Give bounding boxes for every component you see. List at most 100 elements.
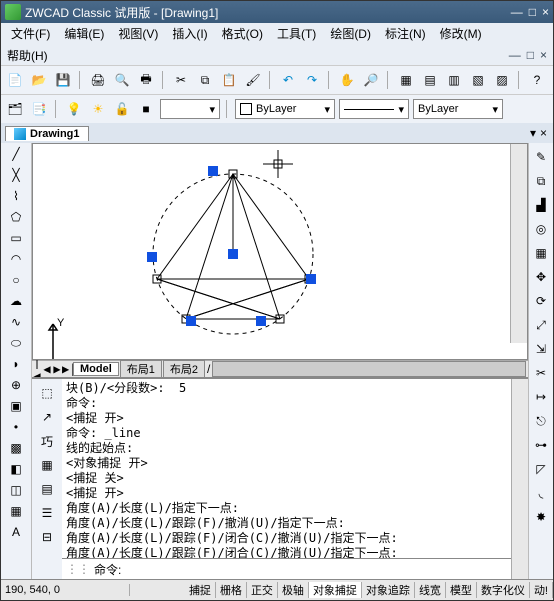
print-icon[interactable]: 🖨 — [88, 70, 108, 90]
open-icon[interactable]: 📂 — [29, 70, 49, 90]
join-icon[interactable]: ⊶ — [531, 435, 551, 455]
cmd-scrollbar[interactable] — [511, 379, 528, 579]
mirror-icon[interactable]: ▟ — [531, 195, 551, 215]
tab-close-icon[interactable]: × — [540, 126, 547, 140]
new-icon[interactable]: 📄 — [5, 70, 25, 90]
status-osnap[interactable]: 对象捕捉 — [309, 582, 362, 598]
region-icon[interactable]: ◫ — [5, 481, 27, 499]
status-dyn[interactable]: 动! — [530, 582, 553, 598]
circle-icon[interactable]: ○ — [5, 271, 27, 289]
stretch-icon[interactable]: ⇲ — [531, 339, 551, 359]
command-input[interactable] — [121, 561, 507, 577]
zoom-icon[interactable]: 🔎 — [361, 70, 381, 90]
cmd-tool6-icon[interactable]: ☰ — [37, 503, 57, 523]
status-snap[interactable]: 捕捉 — [185, 582, 216, 598]
layer-props-icon[interactable]: 🗂 — [5, 99, 25, 119]
text-icon[interactable]: A — [5, 523, 27, 541]
insert-icon[interactable]: ⊕ — [5, 376, 27, 394]
layer-light-icon[interactable]: 💡 — [64, 99, 84, 119]
lineweight-combo[interactable]: ByLayer ▾ — [413, 99, 503, 119]
last-layout-button[interactable]: ▶| — [62, 362, 72, 376]
cmd-tool3-icon[interactable]: 巧 — [37, 431, 57, 451]
mdi-maximize-button[interactable]: □ — [527, 48, 534, 62]
rotate-icon[interactable]: ⟳ — [531, 291, 551, 311]
tool4-icon[interactable]: ▧ — [468, 70, 488, 90]
redo-icon[interactable]: ↷ — [302, 70, 322, 90]
menu-edit[interactable]: 编辑(E) — [58, 23, 110, 44]
trim-icon[interactable]: ✂ — [531, 363, 551, 383]
chamfer-icon[interactable]: ◸ — [531, 459, 551, 479]
menu-dimension[interactable]: 标注(N) — [379, 23, 432, 44]
status-tablet[interactable]: 数字化仪 — [477, 582, 530, 598]
line-icon[interactable]: ╱ — [5, 145, 27, 163]
spline-icon[interactable]: ∿ — [5, 313, 27, 331]
status-otrack[interactable]: 对象追踪 — [362, 582, 415, 598]
cmd-tool4-icon[interactable]: ▦ — [37, 455, 57, 475]
copy-icon[interactable]: ⧉ — [195, 70, 215, 90]
linetype-combo[interactable]: ▾ — [339, 99, 409, 119]
layer-freeze-icon[interactable]: ☀ — [88, 99, 108, 119]
horizontal-scrollbar[interactable] — [212, 361, 526, 377]
minimize-button[interactable]: — — [511, 5, 523, 19]
cmd-handle-icon[interactable]: ⋮⋮ — [66, 562, 90, 576]
layout-tab-2[interactable]: 布局2 — [163, 360, 205, 378]
drawing-canvas[interactable]: X Y — [32, 143, 528, 360]
menu-format[interactable]: 格式(O) — [216, 23, 269, 44]
vertical-scrollbar[interactable] — [510, 144, 527, 343]
revcloud-icon[interactable]: ☁ — [5, 292, 27, 310]
ellipse-arc-icon[interactable]: ◗ — [5, 355, 27, 373]
copy2-icon[interactable]: ⧉ — [531, 171, 551, 191]
polyline-icon[interactable]: ⌇ — [5, 187, 27, 205]
tool2-icon[interactable]: ▤ — [420, 70, 440, 90]
close-button[interactable]: × — [542, 5, 549, 19]
block-icon[interactable]: ▣ — [5, 397, 27, 415]
undo-icon[interactable]: ↶ — [278, 70, 298, 90]
ellipse-icon[interactable]: ⬭ — [5, 334, 27, 352]
command-history[interactable]: 块(B)/<分段数>: 5 命令: <捕捉 开> 命令: _line 线的起始点… — [62, 379, 511, 558]
prev-layout-button[interactable]: ◀ — [42, 362, 52, 376]
layer-lock-icon[interactable]: 🔓 — [112, 99, 132, 119]
rectangle-icon[interactable]: ▭ — [5, 229, 27, 247]
cmd-tool7-icon[interactable]: ⊟ — [37, 527, 57, 547]
help-icon[interactable]: ? — [527, 70, 547, 90]
layer-manager-icon[interactable]: 📑 — [29, 99, 49, 119]
match-icon[interactable]: 🖌 — [243, 70, 263, 90]
save-icon[interactable]: 💾 — [53, 70, 73, 90]
layer-combo[interactable]: ▾ — [160, 99, 220, 119]
cmd-tool2-icon[interactable]: ↗ — [37, 407, 57, 427]
menu-insert[interactable]: 插入(I) — [166, 23, 213, 44]
menu-file[interactable]: 文件(F) — [5, 23, 56, 44]
status-ortho[interactable]: 正交 — [247, 582, 278, 598]
gradient-icon[interactable]: ◧ — [5, 460, 27, 478]
scale-icon[interactable]: ⤢ — [531, 315, 551, 335]
layout-tab-1[interactable]: 布局1 — [120, 360, 162, 378]
polygon-icon[interactable]: ⬠ — [5, 208, 27, 226]
mdi-minimize-button[interactable]: — — [509, 48, 521, 62]
status-polar[interactable]: 极轴 — [278, 582, 309, 598]
maximize-button[interactable]: □ — [529, 5, 536, 19]
table-icon[interactable]: ▦ — [5, 502, 27, 520]
hatch-icon[interactable]: ▩ — [5, 439, 27, 457]
cut-icon[interactable]: ✂ — [171, 70, 191, 90]
preview-icon[interactable]: 🔍 — [112, 70, 132, 90]
status-grid[interactable]: 栅格 — [216, 582, 247, 598]
point-icon[interactable]: • — [5, 418, 27, 436]
layer-color-icon[interactable]: ■ — [136, 99, 156, 119]
explode-icon[interactable]: ✸ — [531, 507, 551, 527]
layout-tab-model[interactable]: Model — [73, 362, 119, 376]
status-lwt[interactable]: 线宽 — [415, 582, 446, 598]
tool3-icon[interactable]: ▥ — [444, 70, 464, 90]
tool5-icon[interactable]: ▨ — [492, 70, 512, 90]
tool1-icon[interactable]: ▦ — [396, 70, 416, 90]
cmd-tool1-icon[interactable]: ⬚ — [37, 383, 57, 403]
arc-icon[interactable]: ◠ — [5, 250, 27, 268]
cmd-tool5-icon[interactable]: ▤ — [37, 479, 57, 499]
document-tab[interactable]: Drawing1 — [5, 126, 89, 141]
mdi-close-button[interactable]: × — [540, 48, 547, 62]
xline-icon[interactable]: ╳ — [5, 166, 27, 184]
status-model[interactable]: 模型 — [446, 582, 477, 598]
tab-pin-icon[interactable]: ▾ — [530, 126, 536, 140]
fillet-icon[interactable]: ◟ — [531, 483, 551, 503]
array-icon[interactable]: ▦ — [531, 243, 551, 263]
menu-tools[interactable]: 工具(T) — [271, 23, 322, 44]
